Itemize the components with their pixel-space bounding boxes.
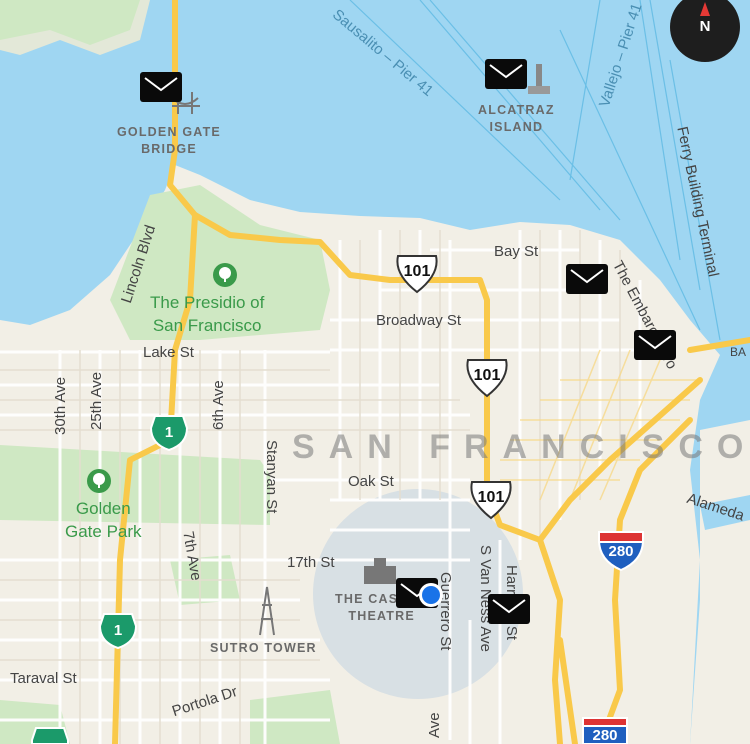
us101-number: 101 — [403, 263, 431, 280]
street-label: Stanyan St — [263, 440, 280, 514]
poi-label-line1: GOLDEN GATE — [117, 125, 221, 139]
ca1-shield: 1 — [149, 414, 189, 457]
park-label-line1: The Presidio of — [150, 293, 265, 312]
mail-marker-current-location[interactable] — [396, 578, 443, 608]
ca1-shield-partial — [30, 726, 70, 744]
envelope-icon — [144, 77, 178, 92]
poi-label-golden-gate-bridge[interactable]: GOLDEN GATE BRIDGE — [117, 124, 221, 158]
mail-marker[interactable] — [140, 72, 182, 102]
park-tree-icon — [87, 469, 111, 493]
compass-north-label: N — [699, 18, 711, 35]
street-label: Taraval St — [10, 670, 77, 687]
poi-label-line2: THEATRE — [348, 609, 415, 623]
i280-shield: 280 — [580, 716, 630, 744]
poi-label-alcatraz[interactable]: ALCATRAZ ISLAND — [478, 102, 555, 136]
tower-landmark-icon — [259, 586, 275, 636]
poi-label-line1: ALCATRAZ — [478, 103, 555, 117]
park-label-presidio[interactable]: The Presidio of San Francisco — [150, 291, 264, 337]
us101-number: 101 — [477, 489, 505, 506]
current-location-dot-icon — [419, 583, 443, 607]
mail-marker[interactable] — [566, 264, 608, 294]
envelope-icon — [638, 335, 672, 350]
park-tree-icon — [213, 263, 237, 287]
us101-number: 101 — [473, 367, 501, 384]
envelope-icon — [492, 599, 526, 614]
theatre-landmark-icon — [364, 558, 396, 584]
i280-number: 280 — [592, 727, 618, 744]
park-label-line2: Gate Park — [65, 522, 142, 541]
park-label-line1: Golden — [75, 499, 131, 518]
us101-shield: 101 — [394, 254, 440, 299]
ca1-shield: 1 — [98, 612, 138, 655]
city-label: SAN FRANCISCO — [292, 428, 750, 466]
i280-number: 280 — [608, 543, 634, 560]
street-label: Lake St — [143, 344, 194, 361]
poi-label-sutro-tower[interactable]: SUTRO TOWER — [210, 640, 317, 657]
street-label: Ave — [426, 712, 443, 738]
mail-marker[interactable] — [485, 59, 527, 89]
envelope-icon — [570, 269, 604, 284]
map-canvas[interactable]: N SAN FRANCISCO The Presidio of San Fran… — [0, 0, 750, 744]
mail-marker[interactable] — [488, 594, 530, 624]
street-label: Bay St — [494, 243, 539, 260]
poi-label-line2: ISLAND — [489, 120, 544, 134]
compass-button[interactable]: N — [670, 0, 740, 62]
street-label: 25th Ave — [88, 371, 105, 430]
us101-shield: 101 — [468, 480, 514, 525]
street-label: 17th St — [287, 554, 335, 571]
street-label: 6th Ave — [210, 380, 227, 430]
ca1-number: 1 — [113, 622, 123, 639]
ca1-number: 1 — [164, 424, 174, 441]
street-label: Oak St — [348, 473, 394, 490]
lighthouse-landmark-icon — [528, 64, 550, 94]
us101-shield: 101 — [464, 358, 510, 403]
street-label: Broadway St — [376, 312, 462, 329]
envelope-icon — [489, 64, 523, 79]
street-label: BA — [730, 345, 747, 359]
street-label: 30th Ave — [52, 376, 69, 435]
i280-shield: 280 — [596, 530, 646, 577]
park-label-line2: San Francisco — [152, 316, 262, 335]
park-label-golden-gate-park[interactable]: Golden Gate Park — [65, 497, 142, 543]
poi-label-line2: BRIDGE — [141, 142, 197, 156]
mail-marker[interactable] — [634, 330, 676, 360]
